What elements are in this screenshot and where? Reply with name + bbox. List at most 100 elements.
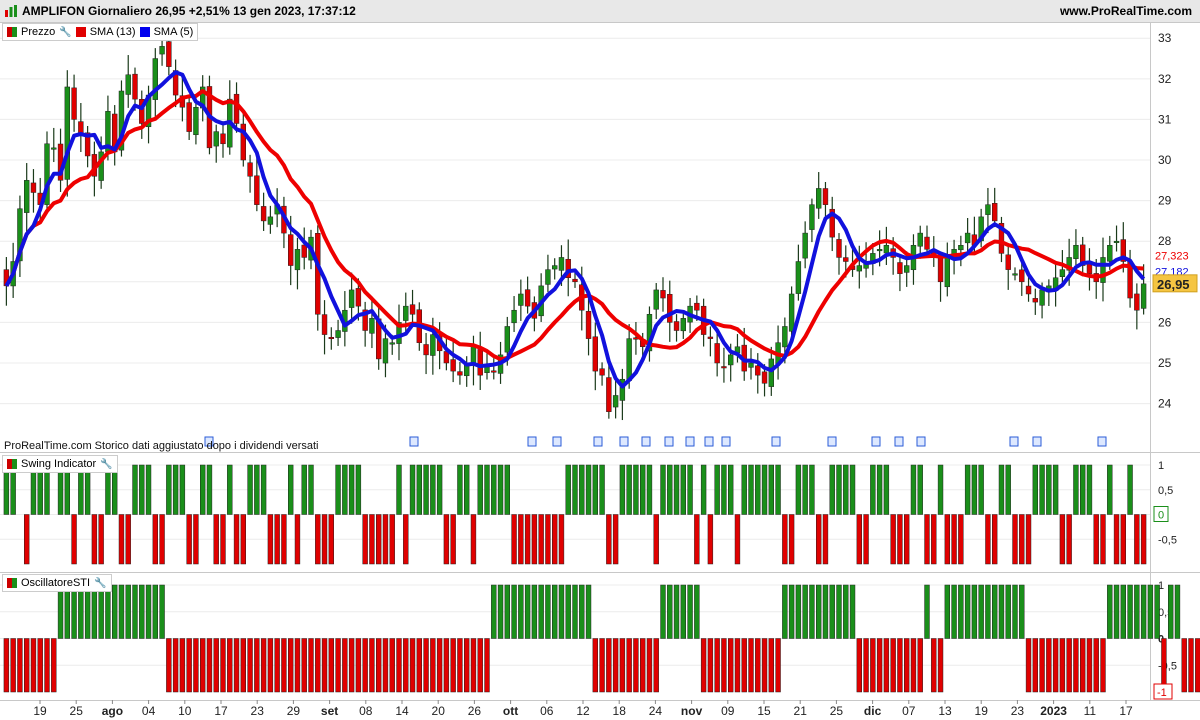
oscillator-bar	[524, 514, 531, 565]
oscillator-bar	[260, 638, 267, 693]
oscillator-bar	[51, 638, 57, 693]
candle	[985, 204, 991, 215]
oscillator-bar	[788, 584, 795, 639]
candle	[958, 245, 964, 251]
legend-price-label: Prezzo	[21, 26, 56, 38]
wrench-icon[interactable]: 🔧	[100, 459, 112, 470]
dividend-icon	[641, 436, 651, 447]
oscillator-bar	[409, 464, 416, 515]
oscillator-bar	[1113, 584, 1120, 639]
oscillator-bar	[288, 638, 294, 693]
oscillator-bar	[978, 584, 984, 639]
x-tick-label: set	[321, 704, 338, 718]
oscillator-bar	[660, 464, 666, 515]
oscillator-bar	[152, 584, 158, 639]
oscillator-bar	[1025, 514, 1032, 565]
oscillator-bar	[1025, 638, 1032, 693]
oscillator-bar	[267, 514, 274, 565]
candle	[660, 290, 666, 299]
candle	[755, 365, 761, 376]
oscillator-bar	[206, 464, 213, 515]
candle	[260, 206, 267, 222]
oscillator-bar	[504, 584, 510, 639]
wrench-icon[interactable]: 🔧	[94, 578, 106, 589]
oscillator-bar	[518, 514, 524, 565]
oscillator-bar	[640, 638, 646, 693]
y-tick-label: 25	[1158, 356, 1172, 370]
oscillator-bar	[1046, 464, 1052, 515]
x-tick-label: 10	[178, 704, 192, 718]
oscillator-bar	[1080, 638, 1086, 693]
oscillator-bar	[179, 638, 186, 693]
oscillator-bar	[132, 584, 138, 639]
oscillator-bar	[809, 464, 815, 515]
y-tick-label: 24	[1158, 397, 1172, 411]
oscillator-bar	[281, 514, 287, 565]
x-tick-label: 25	[830, 704, 844, 718]
oscillator-bar	[294, 514, 301, 565]
sma13-line	[4, 89, 1144, 362]
oscillator-bar	[741, 638, 747, 693]
oscillator-bar	[585, 584, 592, 639]
oscillator-bar	[924, 584, 930, 639]
oscillator-bar	[612, 638, 619, 693]
y-tick-label: 32	[1158, 72, 1172, 86]
oscillator-bar	[470, 638, 477, 693]
swing-bars	[3, 464, 1147, 565]
dividend-icon	[916, 436, 926, 447]
oscillator-bar	[382, 638, 389, 693]
oscillator-bar	[247, 638, 253, 693]
oscillator-bar	[572, 464, 578, 515]
swing-swatch	[7, 459, 17, 469]
oscillator-bar	[775, 638, 781, 693]
oscillator-bar	[524, 584, 531, 639]
candle	[612, 395, 619, 408]
candle	[816, 188, 822, 209]
oscillator-bar	[30, 638, 37, 693]
candle	[450, 359, 456, 372]
oscillator-bar	[403, 638, 409, 693]
oscillator-bar	[633, 464, 639, 515]
oscillator-bar	[369, 514, 375, 565]
candle	[64, 86, 70, 180]
oscillator-bar	[768, 464, 774, 515]
candle	[335, 330, 341, 338]
oscillator-bar	[1113, 514, 1120, 565]
candle	[937, 258, 944, 283]
oscillator-bar	[904, 514, 910, 565]
candle	[552, 265, 558, 270]
oscillator-bar	[98, 584, 104, 639]
candle	[721, 366, 727, 369]
oscillator-bar	[145, 584, 152, 639]
oscillator-bar	[477, 638, 483, 693]
oscillator-bar	[870, 464, 876, 515]
oscillator-bar	[348, 464, 355, 515]
oscillator-bar	[1086, 638, 1093, 693]
oscillator-bar	[24, 638, 30, 693]
x-tick-label: 17	[1119, 704, 1133, 718]
oscillator-bar	[579, 584, 585, 639]
chart-canvas[interactable]: 3332313029282726252427,32327,18226,9510,…	[0, 0, 1200, 720]
candle	[714, 343, 720, 364]
candle	[315, 233, 321, 315]
oscillator-bar	[281, 638, 287, 693]
candle	[856, 265, 862, 272]
oscillator-bar	[464, 464, 470, 515]
oscillator-bar	[917, 638, 923, 693]
oscillator-bar	[1039, 464, 1045, 515]
candle	[254, 175, 260, 205]
wrench-icon[interactable]: 🔧	[59, 27, 71, 38]
dividend-icon	[1032, 436, 1042, 447]
oscillator-bar	[1127, 584, 1133, 639]
oscillator-bar	[1073, 464, 1079, 515]
sti-last-value: -1	[1157, 687, 1167, 699]
oscillator-bar	[558, 584, 565, 639]
oscillator-bar	[477, 464, 483, 515]
x-tick-label: 09	[721, 704, 735, 718]
oscillator-bar	[802, 464, 808, 515]
oscillator-bar	[707, 638, 714, 693]
oscillator-bar	[992, 514, 998, 565]
oscillator-bar	[937, 638, 944, 693]
oscillator-bar	[497, 464, 504, 515]
x-tick-label: 21	[794, 704, 808, 718]
